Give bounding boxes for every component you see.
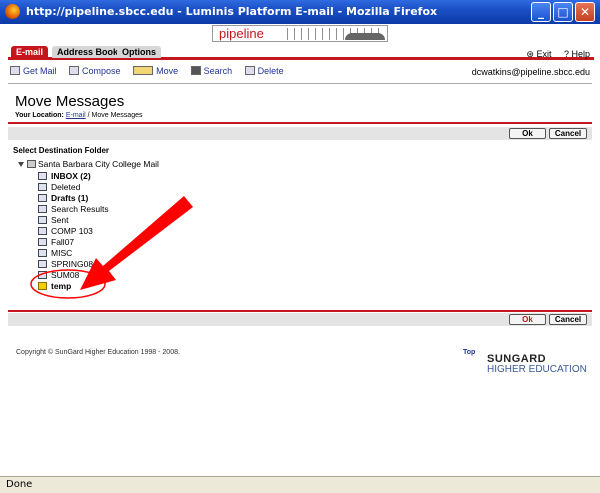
ok-button-top[interactable]: Ok [509,128,546,139]
destination-label: Select Destination Folder [13,146,110,155]
folder-icon [38,227,47,235]
expand-triangle-icon[interactable] [18,162,24,167]
inbox-icon [38,172,47,180]
ok-button-bottom[interactable]: Ok [509,314,546,325]
folder-search-results[interactable]: Search Results [38,204,109,214]
firefox-icon [5,4,20,19]
page-title: Move Messages [15,93,125,110]
maximize-button[interactable]: □ [553,2,573,22]
folder-icon [38,271,47,279]
open-folder-icon [38,282,47,290]
breadcrumb-email-link[interactable]: E-mail [66,112,86,119]
minimize-button[interactable]: _ [531,2,551,22]
tab-options[interactable]: Options [117,46,161,58]
pipeline-logo: pipeline [219,26,264,41]
bottom-red-rule [8,310,592,312]
folder-spring08[interactable]: SPRING08 [38,259,93,269]
bottom-button-bar [8,313,592,326]
top-red-rule [8,122,592,124]
folder-icon [38,216,47,224]
trash-icon [38,183,47,191]
move-button[interactable]: Move [133,66,178,76]
get-mail-icon [10,66,20,75]
folder-sent[interactable]: Sent [38,215,69,225]
hills-graphic [345,33,385,40]
tab-email[interactable]: E-mail [11,46,49,60]
mailbox-icon [27,160,36,168]
tree-root[interactable]: Santa Barbara City College Mail [18,159,159,169]
folder-misc[interactable]: MISC [38,248,72,258]
move-icon [133,66,154,75]
folder-comp-103[interactable]: COMP 103 [38,226,93,236]
copyright-text: Copyright © SunGard Higher Education 199… [16,349,180,356]
cancel-button-bottom[interactable]: Cancel [549,314,587,325]
title-bar: http://pipeline.sbcc.edu - Luminis Platf… [0,0,600,24]
breadcrumb: Your Location: E-mail / Move Messages [15,112,143,119]
folder-temp[interactable]: temp [38,281,71,291]
folder-drafts[interactable]: Drafts (1) [38,193,88,203]
toolbar: Get Mail Compose Move Search Delete [10,66,294,80]
top-link[interactable]: Top [463,349,475,356]
tab-bar: E-mail Address Book Options [8,46,594,60]
banner-area: pipeline [0,24,600,44]
folder-icon [38,238,47,246]
folder-sum08[interactable]: SUM08 [38,270,79,280]
tab-address-book[interactable]: Address Book [52,46,124,58]
top-links: ⊛ Exit ? Help [516,49,590,60]
help-link[interactable]: ? Help [564,49,590,59]
cancel-button-top[interactable]: Cancel [549,128,587,139]
binoculars-icon [190,66,201,75]
trash-icon [244,66,255,75]
get-mail-button[interactable]: Get Mail [10,66,57,76]
divider [8,83,592,84]
status-bar: Done [0,476,600,493]
drafts-icon [38,194,47,202]
folder-icon [38,249,47,257]
folder-icon [38,260,47,268]
status-text: Done [6,479,33,490]
folder-icon [38,205,47,213]
compose-icon [69,66,80,75]
folder-deleted[interactable]: Deleted [38,182,80,192]
delete-button[interactable]: Delete [244,66,284,76]
user-email: dcwatkins@pipeline.sbcc.edu [471,67,590,77]
folder-fall07[interactable]: Fall07 [38,237,74,247]
window-title: http://pipeline.sbcc.edu - Luminis Platf… [26,5,438,18]
close-button[interactable]: ✕ [575,2,595,22]
exit-link[interactable]: ⊛ Exit [526,49,551,59]
search-button[interactable]: Search [190,66,232,76]
pipeline-banner: pipeline [212,25,388,42]
compose-button[interactable]: Compose [69,66,121,76]
folder-inbox[interactable]: INBOX (2) [38,171,91,181]
top-button-bar [8,127,592,140]
higher-education-logo: HIGHER EDUCATION [487,364,587,375]
